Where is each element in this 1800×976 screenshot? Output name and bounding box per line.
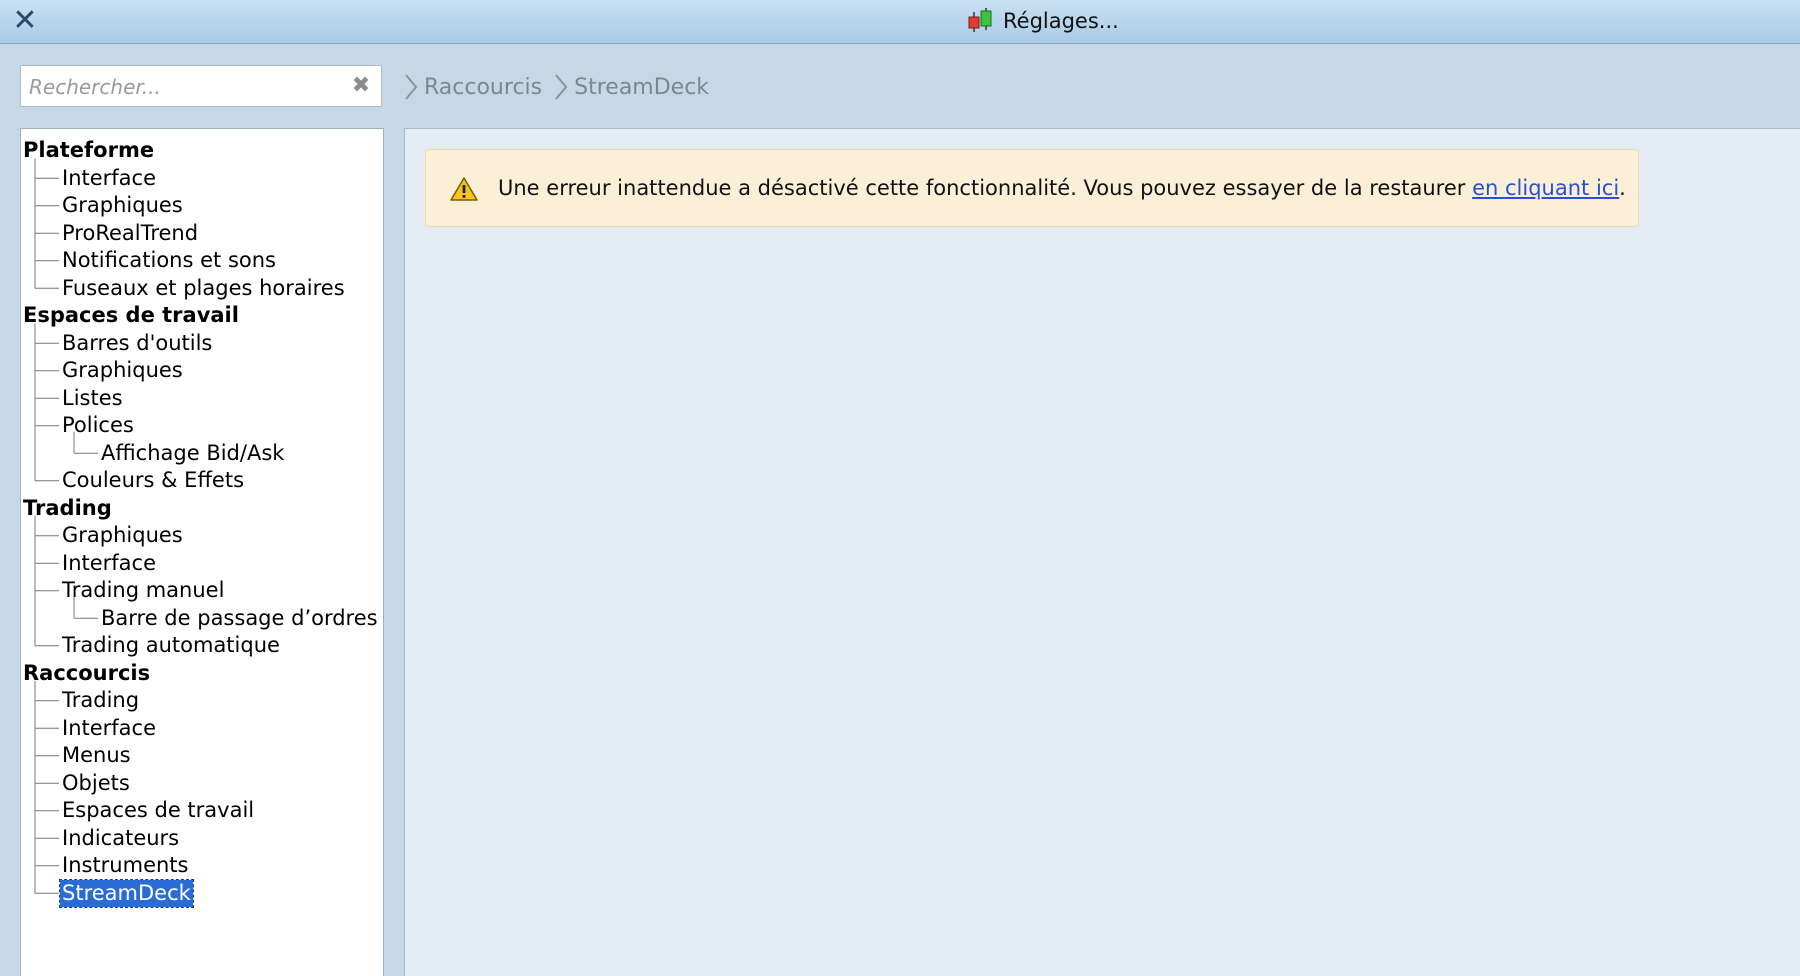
restore-link[interactable]: en cliquant ici bbox=[1472, 176, 1619, 200]
tree-item-graphiques[interactable]: Graphiques bbox=[62, 357, 183, 384]
tree-item-barre-de-passage-d-ordres[interactable]: Barre de passage d’ordres bbox=[101, 605, 378, 632]
tree-item-interface[interactable]: Interface bbox=[62, 715, 156, 742]
close-icon[interactable]: ✕ bbox=[10, 4, 40, 38]
tree-item-streamdeck[interactable]: StreamDeck bbox=[59, 878, 194, 908]
tree-item-indicateurs[interactable]: Indicateurs bbox=[62, 825, 179, 852]
tree-item-polices[interactable]: Polices bbox=[62, 412, 134, 439]
tree-category-espaces-de-travail[interactable]: Espaces de travail bbox=[23, 302, 239, 329]
alert-message: Une erreur inattendue a désactivé cette … bbox=[498, 150, 1626, 226]
breadcrumb-item-streamdeck[interactable]: StreamDeck bbox=[574, 75, 709, 100]
clear-search-icon[interactable]: ✖ bbox=[349, 74, 373, 98]
settings-tree: Plateforme Interface Graphiques ProRealTren… bbox=[20, 128, 384, 976]
search-input[interactable] bbox=[27, 69, 341, 105]
tree-category-plateforme[interactable]: Plateforme bbox=[23, 137, 154, 164]
tree-item-affichage-bid-ask[interactable]: Affichage Bid/Ask bbox=[101, 440, 284, 467]
tree-item-couleurs-effets[interactable]: Couleurs & Effets bbox=[62, 467, 244, 494]
chevron-right-icon bbox=[405, 74, 418, 100]
tree-item-menus[interactable]: Menus bbox=[62, 742, 131, 769]
search-box: ✖ bbox=[20, 65, 382, 107]
tree-item-fuseaux-et-plages-horaires[interactable]: Fuseaux et plages horaires bbox=[62, 275, 345, 302]
title-bar: ✕ Réglages... bbox=[0, 0, 1800, 44]
tree-item-listes[interactable]: Listes bbox=[62, 385, 123, 412]
tree-category-raccourcis[interactable]: Raccourcis bbox=[23, 660, 150, 687]
candlestick-chart-icon bbox=[968, 8, 992, 32]
tree-item-espaces-de-travail[interactable]: Espaces de travail bbox=[62, 797, 254, 824]
window-title: Réglages... bbox=[1003, 9, 1119, 33]
breadcrumb-item-raccourcis[interactable]: Raccourcis bbox=[424, 75, 542, 100]
chevron-right-icon bbox=[555, 74, 568, 100]
tree-item-graphiques[interactable]: Graphiques bbox=[62, 522, 183, 549]
breadcrumb: Raccourcis StreamDeck bbox=[402, 72, 719, 102]
warning-icon bbox=[450, 177, 478, 201]
window-title-group: Réglages... bbox=[965, 6, 1119, 36]
tree-item-trading-automatique[interactable]: Trading automatique bbox=[62, 632, 280, 659]
alert-message-suffix: . bbox=[1619, 176, 1626, 200]
tree-item-trading-manuel[interactable]: Trading manuel bbox=[62, 577, 224, 604]
content-panel: Une erreur inattendue a désactivé cette … bbox=[404, 128, 1800, 976]
tree-category-trading[interactable]: Trading bbox=[23, 495, 112, 522]
alert-banner: Une erreur inattendue a désactivé cette … bbox=[425, 149, 1639, 227]
tree-item-trading[interactable]: Trading bbox=[62, 687, 139, 714]
tree-item-graphiques[interactable]: Graphiques bbox=[62, 192, 183, 219]
tree-item-notifications-et-sons[interactable]: Notifications et sons bbox=[62, 247, 276, 274]
tree-item-instruments[interactable]: Instruments bbox=[62, 852, 188, 879]
tree-item-objets[interactable]: Objets bbox=[62, 770, 130, 797]
tree-item-barres-d-outils[interactable]: Barres d'outils bbox=[62, 330, 212, 357]
tree-item-prorealtrend[interactable]: ProRealTrend bbox=[62, 220, 198, 247]
alert-message-text: Une erreur inattendue a désactivé cette … bbox=[498, 176, 1473, 200]
tree-item-interface[interactable]: Interface bbox=[62, 165, 156, 192]
tree-item-interface[interactable]: Interface bbox=[62, 550, 156, 577]
